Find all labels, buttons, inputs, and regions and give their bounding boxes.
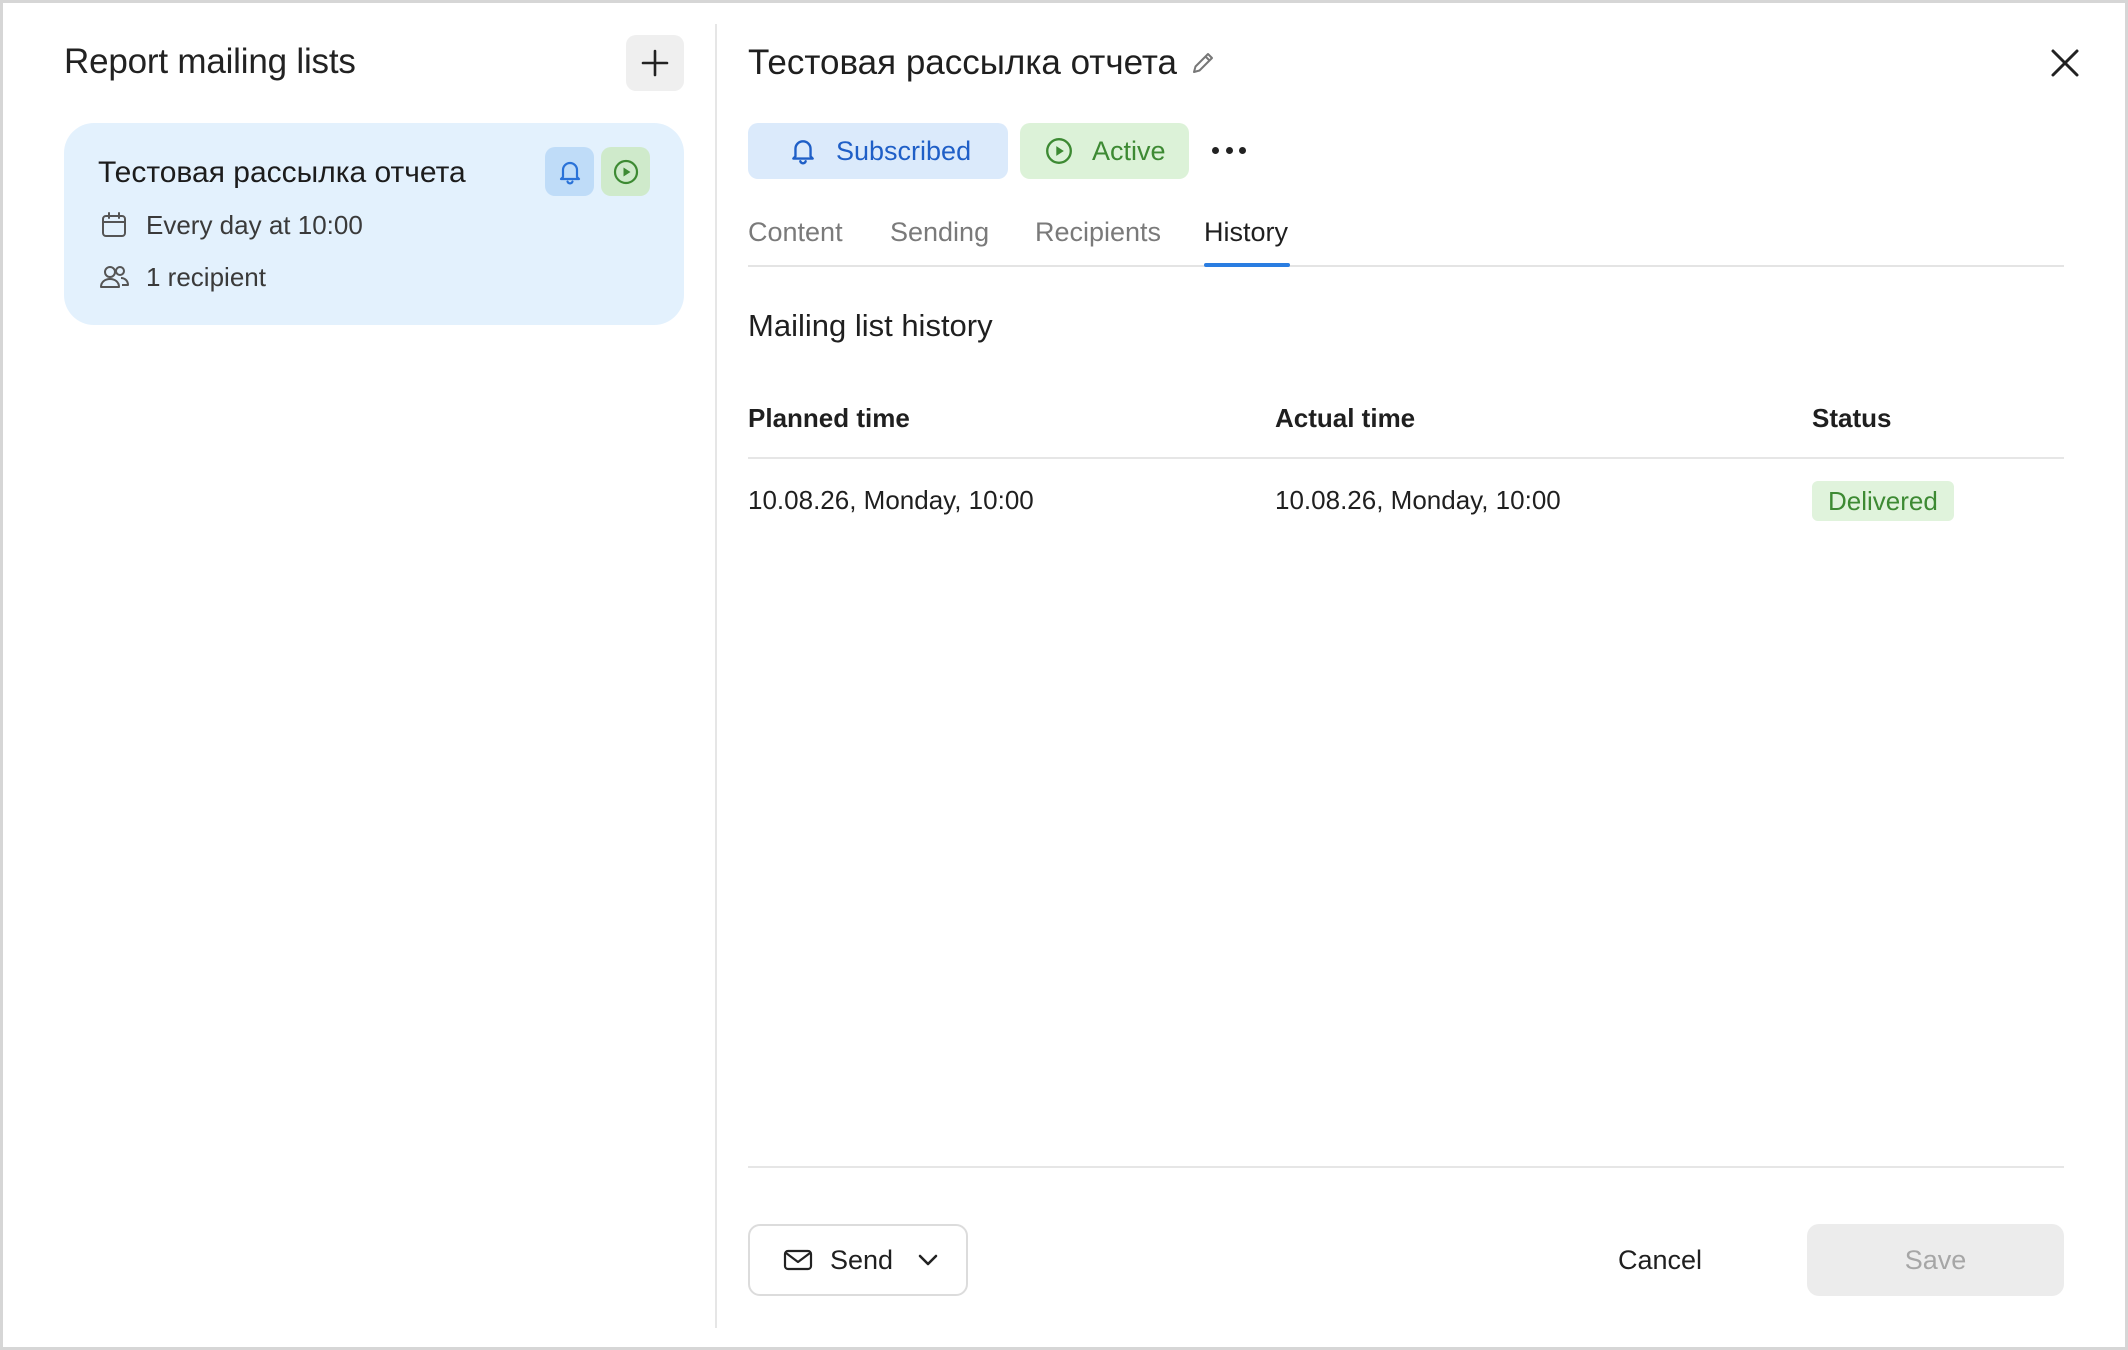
recipients-text: 1 recipient xyxy=(146,261,266,292)
tab-history[interactable]: History xyxy=(1204,212,1288,252)
section-title: Mailing list history xyxy=(748,308,993,343)
actual-time-cell: 10.08.26, Monday, 10:00 xyxy=(1275,485,1561,515)
planned-time-cell: 10.08.26, Monday, 10:00 xyxy=(748,485,1034,515)
subscribed-badge xyxy=(545,147,594,196)
active-chip[interactable]: Active xyxy=(1020,123,1189,179)
bell-icon xyxy=(788,136,818,166)
panel-title: Report mailing lists xyxy=(64,42,356,81)
tabs-bar: Content Sending Recipients History xyxy=(748,212,2064,267)
chevron-down-icon xyxy=(915,1247,941,1273)
tab-content[interactable]: Content xyxy=(748,212,843,252)
close-icon[interactable] xyxy=(2048,46,2082,80)
play-circle-icon xyxy=(613,159,638,184)
schedule-row: Every day at 10:00 xyxy=(98,209,363,241)
send-label: Send xyxy=(830,1244,894,1275)
active-label: Active xyxy=(1092,135,1166,166)
calendar-icon xyxy=(98,209,130,241)
status-badge: Delivered xyxy=(1812,481,1954,521)
column-header-actual: Actual time xyxy=(1275,403,1416,433)
schedule-text: Every day at 10:00 xyxy=(146,209,363,240)
recipients-row: 1 recipient xyxy=(98,261,266,293)
tab-sending[interactable]: Sending xyxy=(890,212,989,252)
footer-divider xyxy=(748,1166,2064,1168)
cancel-button[interactable]: Cancel xyxy=(1594,1224,1726,1296)
play-circle-icon xyxy=(1044,136,1074,166)
plus-icon xyxy=(641,49,669,77)
tab-recipients[interactable]: Recipients xyxy=(1035,212,1161,252)
subscribed-label: Subscribed xyxy=(836,135,972,166)
active-badge xyxy=(601,147,650,196)
active-tab-indicator xyxy=(1204,263,1290,267)
save-button[interactable]: Save xyxy=(1807,1224,2064,1296)
subscribed-chip[interactable]: Subscribed xyxy=(748,123,1008,179)
bell-icon xyxy=(559,161,580,184)
column-header-status: Status xyxy=(1812,403,1892,433)
mailing-list-card[interactable]: Тестовая рассылка отчета Every day at 10… xyxy=(64,123,684,325)
table-header-divider xyxy=(748,457,2064,459)
mailing-list-name: Тестовая рассылка отчета xyxy=(98,156,466,189)
send-button[interactable]: Send xyxy=(748,1224,968,1296)
column-header-planned: Planned time xyxy=(748,403,910,433)
more-horizontal-icon[interactable] xyxy=(1212,135,1246,165)
panel-divider xyxy=(715,24,717,1328)
pencil-icon[interactable] xyxy=(1188,48,1218,78)
add-mailing-list-button[interactable] xyxy=(626,35,684,91)
mailing-list-title: Тестовая рассылка отчета xyxy=(748,43,1177,82)
people-icon xyxy=(98,261,130,293)
envelope-icon xyxy=(782,1244,814,1276)
